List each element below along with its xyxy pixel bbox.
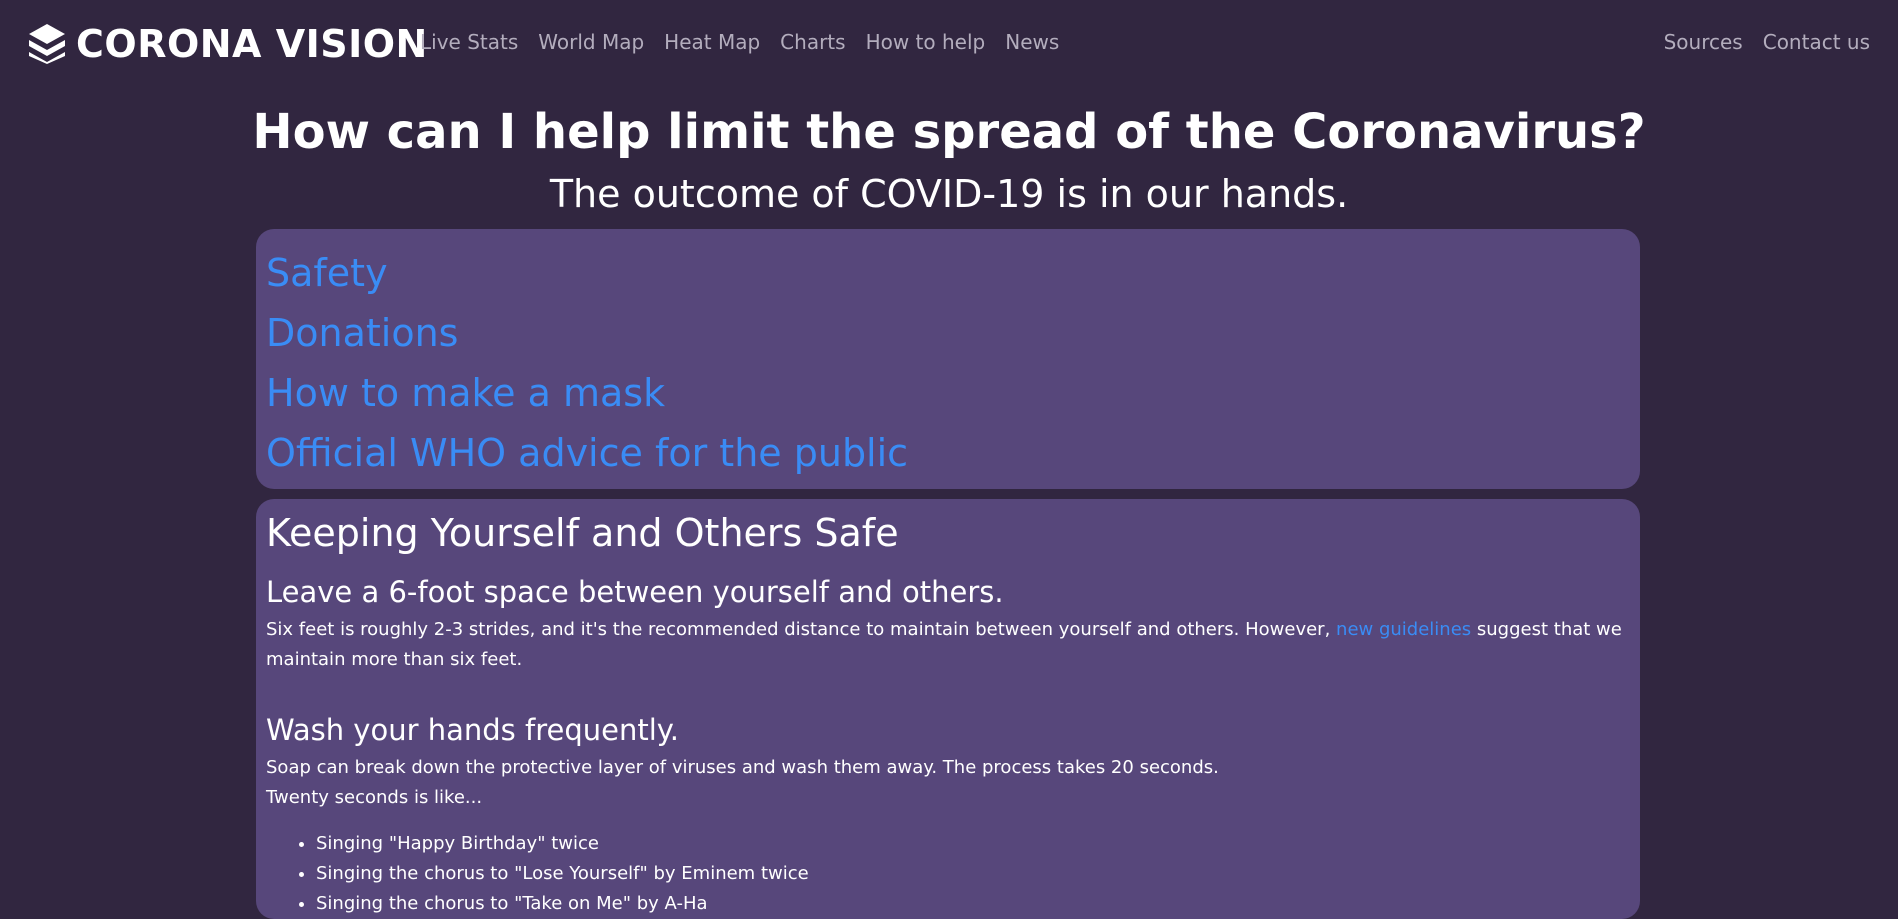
table-of-contents: Safety Donations How to make a mask Offi… xyxy=(256,229,1640,489)
nav-links: Live Stats World Map Heat Map Charts How… xyxy=(420,30,1059,54)
page-title: How can I help limit the spread of the C… xyxy=(252,104,1646,160)
toc-link-donations[interactable]: Donations xyxy=(266,303,1630,363)
new-guidelines-link[interactable]: new guidelines xyxy=(1336,619,1471,640)
wash-text: Soap can break down the protective layer… xyxy=(266,757,1219,778)
list-item: Singing "Happy Birthday" twice xyxy=(316,829,1630,859)
nav-how-to-help[interactable]: How to help xyxy=(866,30,986,54)
toc-link-safety[interactable]: Safety xyxy=(266,243,1630,303)
distance-text: Six feet is roughly 2-3 strides, and it'… xyxy=(266,615,1630,675)
page-subtitle: The outcome of COVID-19 is in our hands. xyxy=(549,172,1349,216)
twenty-seconds-list: Singing "Happy Birthday" twice Singing t… xyxy=(266,829,1630,919)
nav-heat-map[interactable]: Heat Map xyxy=(664,30,760,54)
toc-link-make-mask[interactable]: How to make a mask xyxy=(266,363,1630,423)
layers-logo-icon xyxy=(29,24,65,64)
safety-heading: Keeping Yourself and Others Safe xyxy=(266,511,899,555)
brand-name: CORONA VISION xyxy=(76,22,428,66)
nav-news[interactable]: News xyxy=(1005,30,1059,54)
nav-world-map[interactable]: World Map xyxy=(538,30,644,54)
wash-text-2: Twenty seconds is like... xyxy=(266,787,483,808)
toc-link-who-advice[interactable]: Official WHO advice for the public xyxy=(266,423,1630,483)
wash-heading: Wash your hands frequently. xyxy=(266,713,680,747)
nav-right-links: Sources Contact us xyxy=(1664,30,1870,54)
list-item: Singing the chorus to "Take on Me" by A-… xyxy=(316,889,1630,919)
nav-live-stats[interactable]: Live Stats xyxy=(420,30,518,54)
distance-text-before: Six feet is roughly 2-3 strides, and it'… xyxy=(266,619,1331,640)
safety-section: Keeping Yourself and Others Safe Leave a… xyxy=(256,499,1640,919)
brand-link[interactable]: CORONA VISION xyxy=(28,22,428,66)
nav-sources[interactable]: Sources xyxy=(1664,30,1743,54)
navbar: CORONA VISION Live Stats World Map Heat … xyxy=(0,0,1898,88)
nav-charts[interactable]: Charts xyxy=(780,30,845,54)
list-item: Singing the chorus to "Lose Yourself" by… xyxy=(316,859,1630,889)
distance-heading: Leave a 6-foot space between yourself an… xyxy=(266,575,1004,609)
nav-contact-us[interactable]: Contact us xyxy=(1763,30,1870,54)
